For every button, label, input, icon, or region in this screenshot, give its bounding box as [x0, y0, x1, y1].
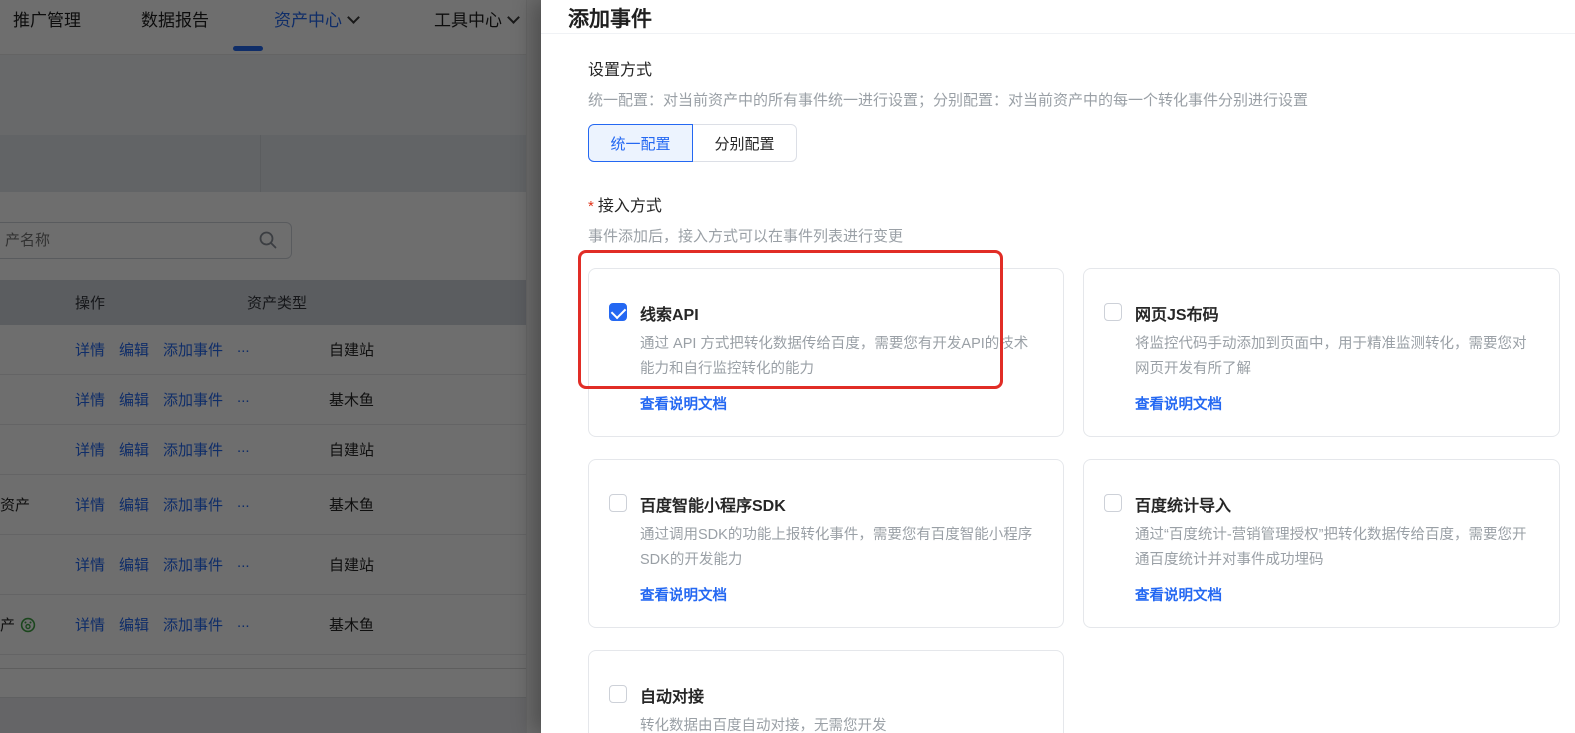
doc-link[interactable]: 查看说明文档: [1135, 393, 1222, 414]
access-method-cards: 线索API 通过 API 方式把转化数据传给百度，需要您有开发API的技术能力和…: [588, 268, 1575, 733]
unified-config-button[interactable]: 统一配置: [588, 124, 693, 162]
setting-method-label: 设置方式: [588, 56, 1575, 80]
card-description: 将监控代码手动添加到页面中，用于精准监测转化，需要您对网页开发有所了解: [1135, 332, 1535, 382]
doc-link[interactable]: 查看说明文档: [640, 584, 727, 605]
card-description: 通过 API 方式把转化数据传给百度，需要您有开发API的技术能力和自行监控转化…: [640, 332, 1039, 382]
add-event-drawer: 添加事件 设置方式 统一配置：对当前资产中的所有事件统一进行设置；分别配置：对当…: [541, 0, 1575, 733]
card-title: 网页JS布码: [1135, 301, 1535, 325]
card-lead-api[interactable]: 线索API 通过 API 方式把转化数据传给百度，需要您有开发API的技术能力和…: [588, 268, 1064, 437]
access-method-label: *接入方式: [588, 192, 1575, 216]
required-asterisk: *: [588, 198, 594, 215]
config-mode-segmented-control: 统一配置 分别配置: [588, 124, 1575, 162]
drawer-title: 添加事件: [568, 8, 652, 31]
card-baidu-tongji-import[interactable]: 百度统计导入 通过“百度统计-营销管理授权”把转化数据传给百度，需要您开通百度统…: [1083, 459, 1560, 628]
card-description: 转化数据由百度自动对接，无需您开发: [640, 714, 887, 733]
doc-link[interactable]: 查看说明文档: [1135, 584, 1222, 605]
setting-method-description: 统一配置：对当前资产中的所有事件统一进行设置；分别配置：对当前资产中的每一个转化…: [588, 89, 1575, 110]
card-auto-connect[interactable]: 自动对接 转化数据由百度自动对接，无需您开发: [588, 650, 1064, 733]
card-description: 通过调用SDK的功能上报转化事件，需要您有百度智能小程序SDK的开发能力: [640, 523, 1039, 573]
card-web-js-code[interactable]: 网页JS布码 将监控代码手动添加到页面中，用于精准监测转化，需要您对网页开发有所…: [1083, 268, 1560, 437]
doc-link[interactable]: 查看说明文档: [640, 393, 727, 414]
card-description: 通过“百度统计-营销管理授权”把转化数据传给百度，需要您开通百度统计并对事件成功…: [1135, 523, 1535, 573]
card-title: 百度智能小程序SDK: [640, 492, 1039, 516]
card-title: 自动对接: [640, 683, 887, 707]
modal-dim-overlay[interactable]: [0, 0, 541, 733]
lead-api-checkbox[interactable]: [609, 303, 627, 321]
drawer-header: 添加事件: [541, 0, 1575, 34]
web-js-checkbox[interactable]: [1104, 303, 1122, 321]
tongji-import-checkbox[interactable]: [1104, 494, 1122, 512]
access-method-description: 事件添加后，接入方式可以在事件列表进行变更: [588, 225, 1575, 246]
card-title: 线索API: [640, 301, 1039, 325]
card-smart-miniprogram-sdk[interactable]: 百度智能小程序SDK 通过调用SDK的功能上报转化事件，需要您有百度智能小程序S…: [588, 459, 1064, 628]
page: 推广管理 数据报告 资产中心 工具中心 操作 资产类型 详情: [0, 0, 1575, 733]
miniprogram-sdk-checkbox[interactable]: [609, 494, 627, 512]
separate-config-button[interactable]: 分别配置: [692, 124, 797, 162]
card-title: 百度统计导入: [1135, 492, 1535, 516]
auto-connect-checkbox[interactable]: [609, 685, 627, 703]
